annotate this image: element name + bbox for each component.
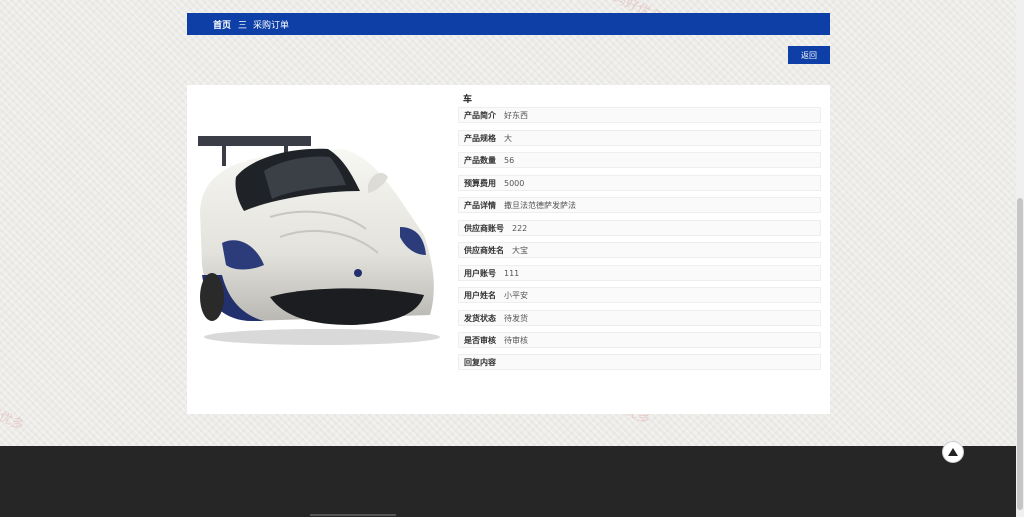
field-row-spec: 产品规格 大: [458, 130, 821, 146]
breadcrumb-separator: 三: [238, 20, 248, 31]
field-row-supplier-account: 供应商账号 222: [458, 220, 821, 236]
field-value: 111: [504, 268, 520, 278]
watermark: 源码好优多: [0, 392, 27, 434]
field-label: 用户姓名: [464, 290, 496, 300]
back-to-top-button[interactable]: [942, 441, 964, 463]
field-row-detail: 产品详情 撒旦法范德萨发萨法: [458, 197, 821, 213]
field-row-shipping-status: 发货状态 待发货: [458, 310, 821, 326]
field-value: 大宝: [512, 245, 528, 255]
field-value: 大: [504, 133, 512, 143]
product-name: 车: [463, 95, 473, 105]
scrollbar-thumb[interactable]: [1017, 198, 1023, 510]
field-label: 供应商姓名: [464, 245, 504, 255]
field-label: 产品简介: [464, 110, 496, 120]
field-row-supplier-name: 供应商姓名 大宝: [458, 242, 821, 258]
field-value: 撒旦法范德萨发萨法: [504, 200, 576, 210]
field-row-user-name: 用户姓名 小平安: [458, 287, 821, 303]
field-label: 供应商账号: [464, 223, 504, 233]
field-value: 56: [504, 155, 515, 165]
field-label: 预算费用: [464, 178, 496, 188]
field-value: 好东西: [504, 110, 528, 120]
footer-divider: [310, 514, 396, 516]
field-row-reply: 回复内容: [458, 354, 821, 370]
field-row-intro: 产品简介 好东西: [458, 107, 821, 123]
footer: [0, 446, 1024, 517]
field-value: 待审核: [504, 335, 528, 345]
arrow-up-icon: [948, 448, 958, 456]
field-label: 发货状态: [464, 313, 496, 323]
back-button[interactable]: 返回: [788, 46, 830, 64]
field-row-review-status: 是否审核 待审核: [458, 332, 821, 348]
field-label: 用户账号: [464, 268, 496, 278]
product-image: [192, 125, 445, 347]
field-value: 待发货: [504, 313, 528, 323]
field-label: 产品数量: [464, 155, 496, 165]
field-value: 小平安: [504, 290, 528, 300]
field-row-quantity: 产品数量 56: [458, 152, 821, 168]
field-value: 5000: [504, 178, 525, 188]
breadcrumb-current: 采购订单: [253, 20, 290, 31]
field-value: 222: [512, 223, 528, 233]
field-row-user-account: 用户账号 111: [458, 265, 821, 281]
field-label: 回复内容: [464, 357, 496, 367]
field-label: 是否审核: [464, 335, 496, 345]
breadcrumb: 首页 三 采购订单: [187, 13, 830, 35]
product-detail-card: 车 产品简介 好东西 产品规格 大 产品数量 56 预算费用 5000 产品详情…: [187, 85, 830, 414]
field-row-budget: 预算费用 5000: [458, 175, 821, 191]
field-label: 产品详情: [464, 200, 496, 210]
breadcrumb-home[interactable]: 首页: [213, 18, 231, 31]
field-label: 产品规格: [464, 133, 496, 143]
